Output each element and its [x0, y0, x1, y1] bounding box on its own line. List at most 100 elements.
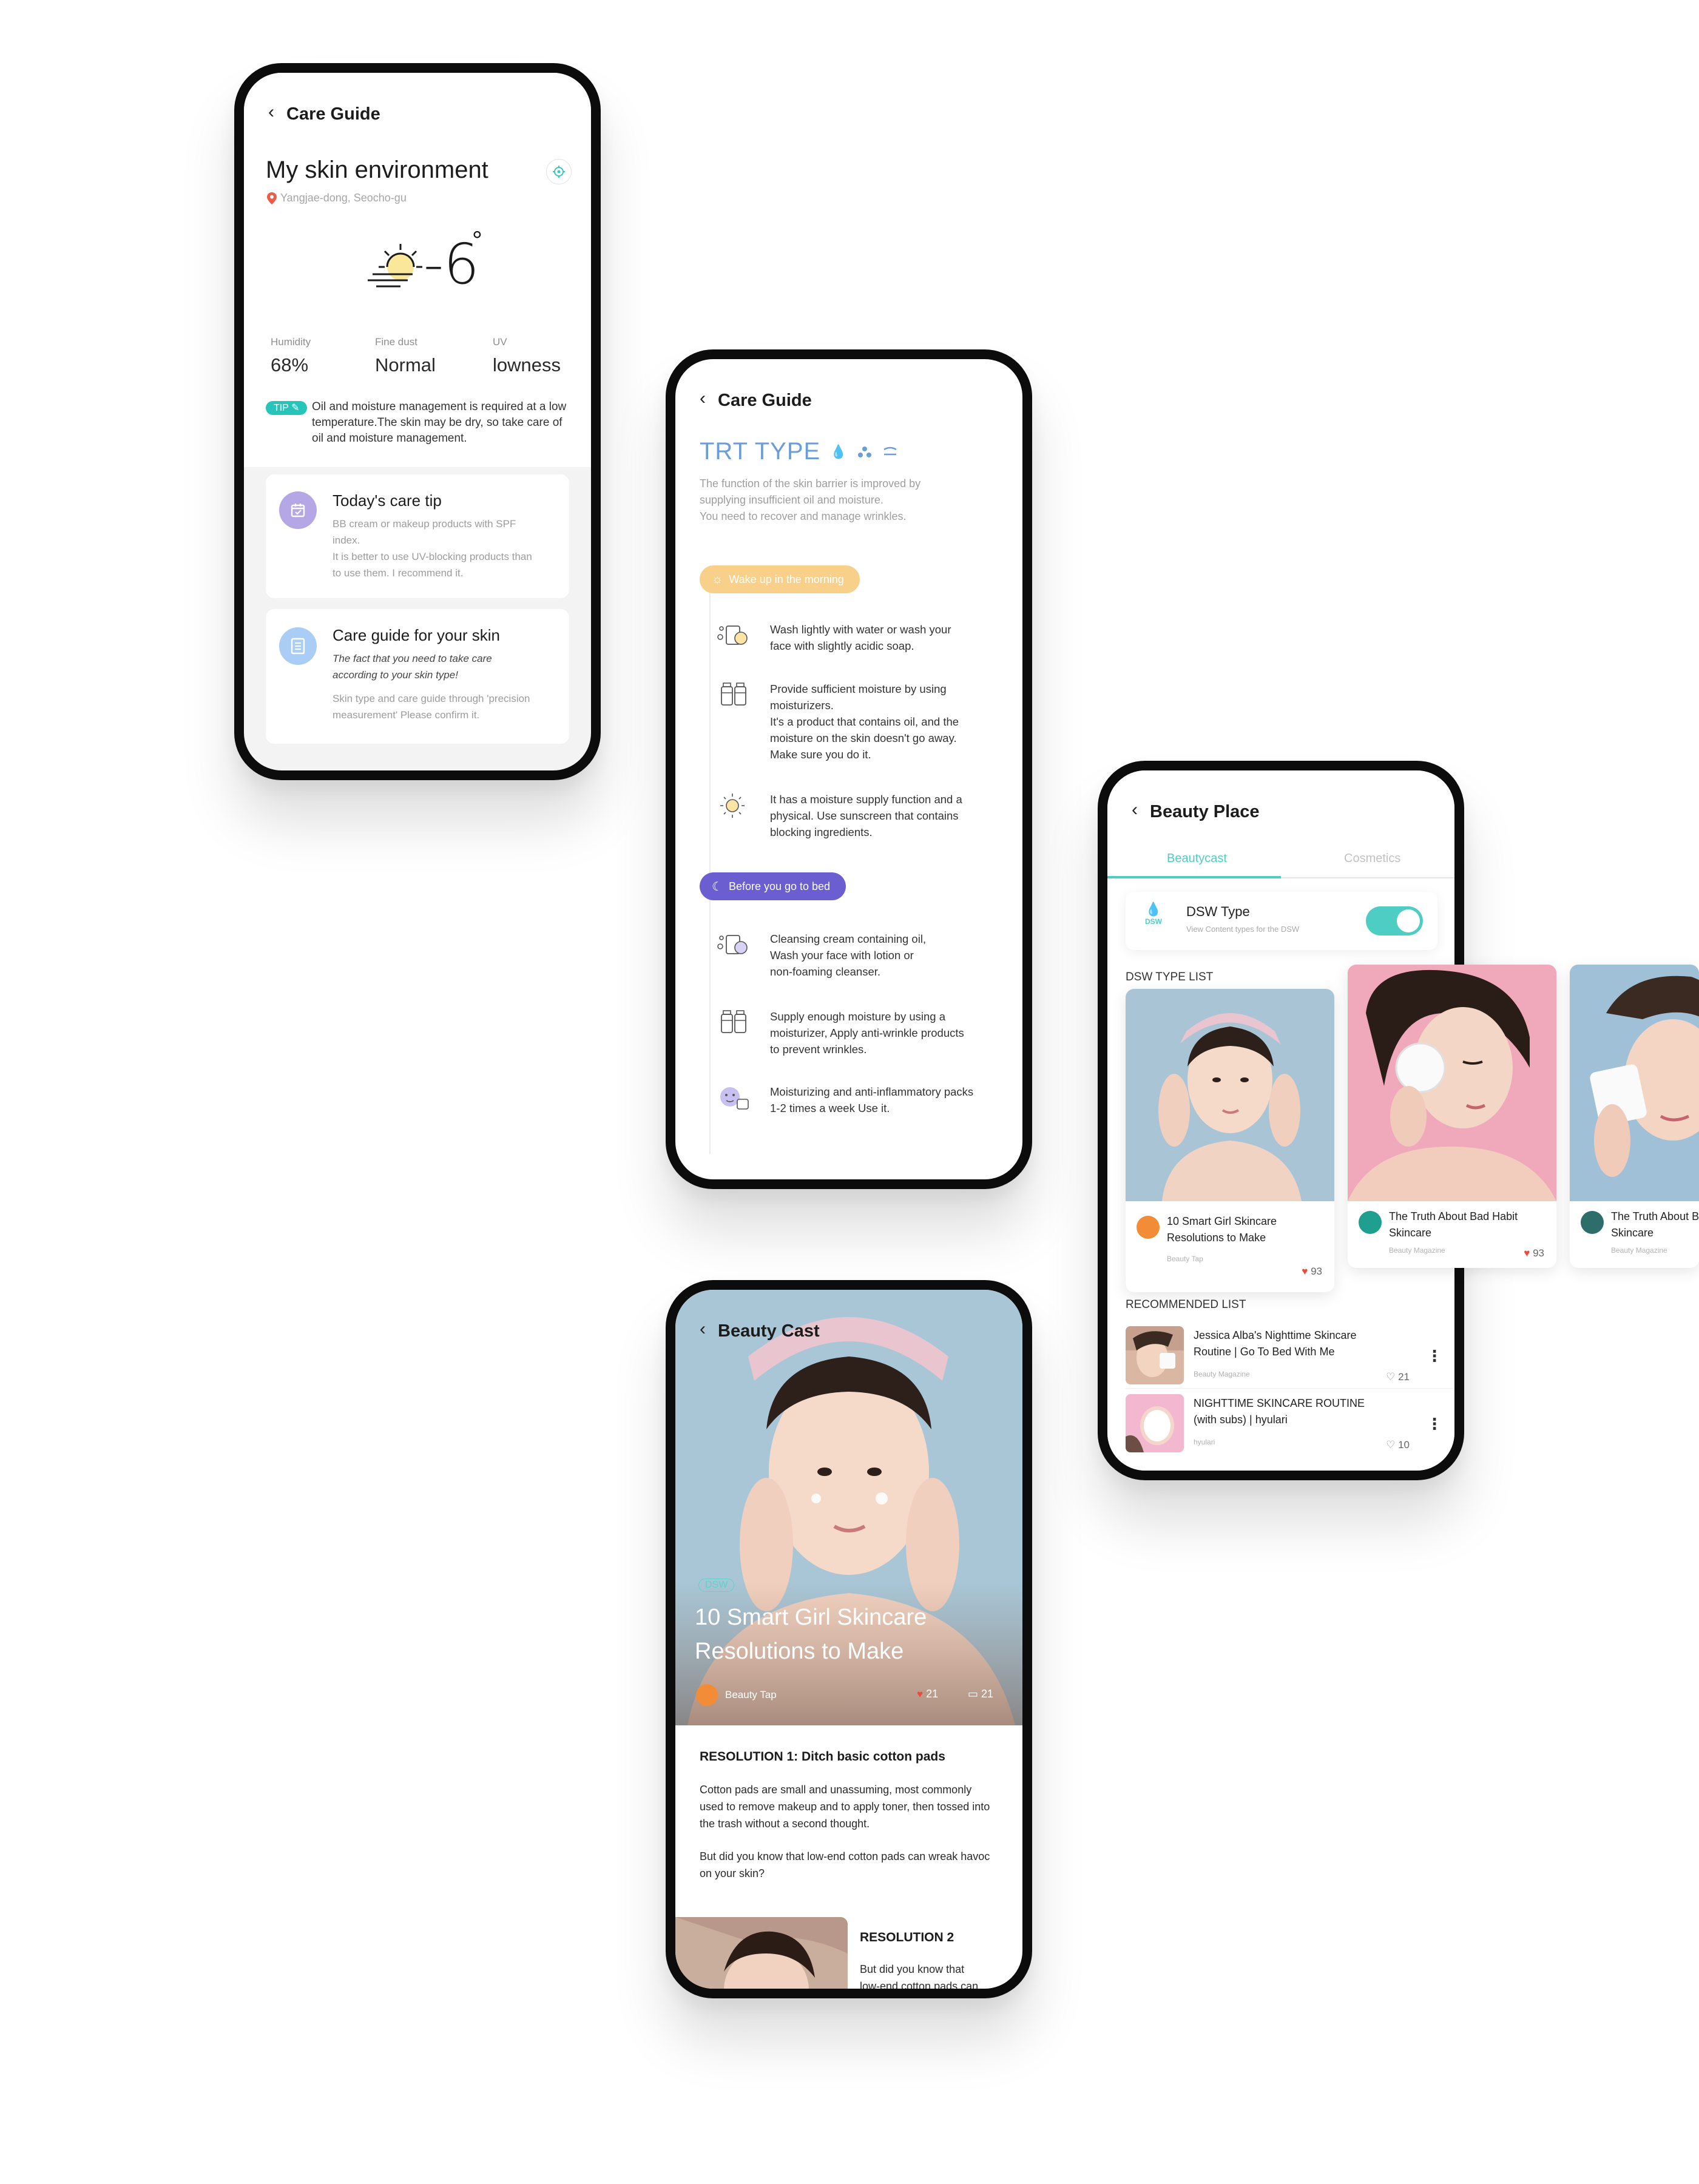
- care-guide-card[interactable]: Care guide for your skin The fact that y…: [266, 609, 569, 744]
- bedtime-pill[interactable]: ☾ Before you go to bed: [700, 872, 846, 900]
- fine-dust-label: Fine dust: [375, 336, 417, 348]
- night-step-2: Supply enough moisture by using a moistu…: [770, 1008, 1001, 1057]
- article-title-line: 10 Smart Girl Skincare: [695, 1605, 927, 1630]
- wrinkle-icon: [883, 447, 897, 455]
- back-button[interactable]: ‹: [268, 102, 274, 123]
- environment-title: My skin environment: [266, 157, 488, 183]
- like-count: 93: [1533, 1247, 1544, 1259]
- card-image: [1348, 965, 1556, 1201]
- back-button[interactable]: ‹: [1132, 800, 1138, 820]
- card-line: BB cream or makeup products with SPF: [333, 518, 516, 530]
- card-image: [1570, 965, 1699, 1201]
- dsw-title: DSW Type: [1186, 904, 1250, 919]
- step-line: moisture on the skin doesn't go away.: [770, 732, 957, 744]
- dsw-media-card[interactable]: 10 Smart Girl Skincare Resolutions to Ma…: [1126, 989, 1334, 1292]
- page-title: Care Guide: [286, 104, 380, 124]
- dsw-media-card[interactable]: The Truth About B Skincare Beauty Magazi…: [1570, 965, 1699, 1268]
- back-button[interactable]: ‹: [700, 388, 706, 409]
- resolution-1-heading: RESOLUTION 1: Ditch basic cotton pads: [700, 1750, 945, 1764]
- rec-title-line: (with subs) | hyulari: [1194, 1414, 1288, 1426]
- moisturizer-icon: [717, 679, 753, 711]
- card-source: Beauty Tap: [1167, 1255, 1203, 1263]
- timeline-line: [709, 565, 711, 1154]
- paragraph-line: the trash without a second thought.: [700, 1818, 870, 1830]
- location-target-button[interactable]: [546, 159, 572, 184]
- map-pin-icon: [267, 192, 277, 204]
- oil-dots-icon: [857, 446, 871, 457]
- dsw-badge-label: DSW: [1145, 917, 1162, 926]
- paragraph-line: But did you know that low-end cotton pad…: [700, 1850, 990, 1862]
- author-avatar: [696, 1684, 718, 1706]
- tab-indicator: [1107, 876, 1281, 878]
- step-line: Moisturizing and anti-inflammatory packs: [770, 1085, 974, 1098]
- card-title-line: The Truth About Bad Habit: [1389, 1210, 1518, 1222]
- card-line: Skin type and care guide through 'precis…: [333, 693, 530, 704]
- comment-icon: ▭: [968, 1688, 979, 1700]
- resolution-2-image: [675, 1917, 848, 1989]
- tab-beautycast[interactable]: Beautycast: [1167, 852, 1227, 866]
- sun-icon: ☼: [712, 572, 723, 586]
- rec-title: NIGHTTIME SKINCARE ROUTINE (with subs) |…: [1194, 1395, 1394, 1428]
- heart-icon: ♥: [917, 1688, 924, 1700]
- back-button[interactable]: ‹: [700, 1319, 706, 1340]
- fine-dust-value: Normal: [375, 354, 436, 376]
- card-image: [1126, 989, 1334, 1201]
- morning-step-2: Provide sufficient moisture by using moi…: [770, 681, 1001, 763]
- pill-label: Wake up in the morning: [729, 573, 844, 585]
- tip-line: temperature.The skin may be dry, so take…: [312, 416, 562, 429]
- step-line: to prevent wrinkles.: [770, 1043, 867, 1056]
- dsw-media-card[interactable]: The Truth About Bad Habit Skincare Beaut…: [1348, 965, 1556, 1268]
- more-menu-icon[interactable]: ⋮: [1427, 1347, 1442, 1366]
- tip-text: Oil and moisture management is required …: [312, 399, 579, 447]
- water-drop-icon: 💧: [1145, 902, 1162, 917]
- dsw-type-list-label: DSW TYPE LIST: [1126, 971, 1214, 983]
- rec-likes: ♡ 21: [1386, 1371, 1410, 1383]
- tab-cosmetics[interactable]: Cosmetics: [1344, 852, 1400, 866]
- cleansing-icon: [717, 929, 753, 961]
- face-pack-icon: [717, 1082, 753, 1114]
- rec-title-line: Jessica Alba's Nighttime Skincare: [1194, 1329, 1357, 1341]
- paragraph-line: low-end cotton pads can: [860, 1980, 979, 1992]
- like-count: 21: [1398, 1371, 1410, 1383]
- dsw-type-card[interactable]: 💧 DSW DSW Type View Content types for th…: [1126, 892, 1437, 950]
- more-menu-icon[interactable]: ⋮: [1427, 1415, 1442, 1434]
- heart-icon: ♥: [1524, 1247, 1530, 1259]
- paragraph-line: Cotton pads are small and unassuming, mo…: [700, 1784, 972, 1796]
- step-line: face with slightly acidic soap.: [770, 639, 914, 652]
- page-title: Care Guide: [718, 391, 812, 410]
- rec-likes: ♡ 10: [1386, 1439, 1410, 1451]
- card-title-line: Skincare: [1611, 1227, 1654, 1239]
- step-line: Wash your face with lotion or: [770, 949, 914, 962]
- trt-title: TRT TYPE: [700, 438, 821, 465]
- article-likes[interactable]: ♥ 21: [917, 1688, 938, 1700]
- step-line: Make sure you do it.: [770, 748, 871, 761]
- like-count: 93: [1311, 1266, 1322, 1277]
- rec-title-line: Routine | Go To Bed With Me: [1194, 1346, 1335, 1358]
- page-title: Beauty Cast: [718, 1321, 820, 1341]
- todays-care-tip-card[interactable]: Today's care tip BB cream or makeup prod…: [266, 474, 569, 598]
- moisturizer-icon: [717, 1007, 753, 1039]
- card-line: The fact that you need to take care: [333, 653, 492, 664]
- desc-line: supplying insufficient oil and moisture.: [700, 494, 883, 506]
- morning-pill[interactable]: ☼ Wake up in the morning: [700, 565, 860, 593]
- article-comments[interactable]: ▭ 21: [968, 1688, 993, 1700]
- rec-source: hyulari: [1194, 1438, 1215, 1446]
- moon-icon: ☾: [712, 880, 723, 894]
- rec-title-line: NIGHTTIME SKINCARE ROUTINE: [1194, 1397, 1365, 1409]
- card-title-line: Resolutions to Make: [1167, 1232, 1266, 1244]
- author-avatar: [1359, 1211, 1382, 1234]
- step-line: non-foaming cleanser.: [770, 965, 881, 978]
- recommended-item[interactable]: NIGHTTIME SKINCARE ROUTINE (with subs) |…: [1126, 1390, 1453, 1454]
- trt-title-row: TRT TYPE 💧: [700, 438, 898, 465]
- step-line: moisturizers.: [770, 699, 834, 712]
- morning-step-1: Wash lightly with water or wash your fac…: [770, 621, 1001, 654]
- recommended-item[interactable]: Jessica Alba's Nighttime Skincare Routin…: [1126, 1323, 1453, 1386]
- dsw-toggle[interactable]: [1366, 906, 1423, 935]
- author-name: Beauty Tap: [725, 1689, 777, 1700]
- face-wash-icon: [717, 620, 753, 652]
- recommended-list-label: RECOMMENDED LIST: [1126, 1298, 1246, 1311]
- degree-symbol: °: [472, 226, 482, 254]
- rec-thumbnail: [1126, 1326, 1184, 1384]
- card-body: BB cream or makeup products with SPF ind…: [333, 516, 557, 581]
- desc-line: You need to recover and manage wrinkles.: [700, 510, 907, 522]
